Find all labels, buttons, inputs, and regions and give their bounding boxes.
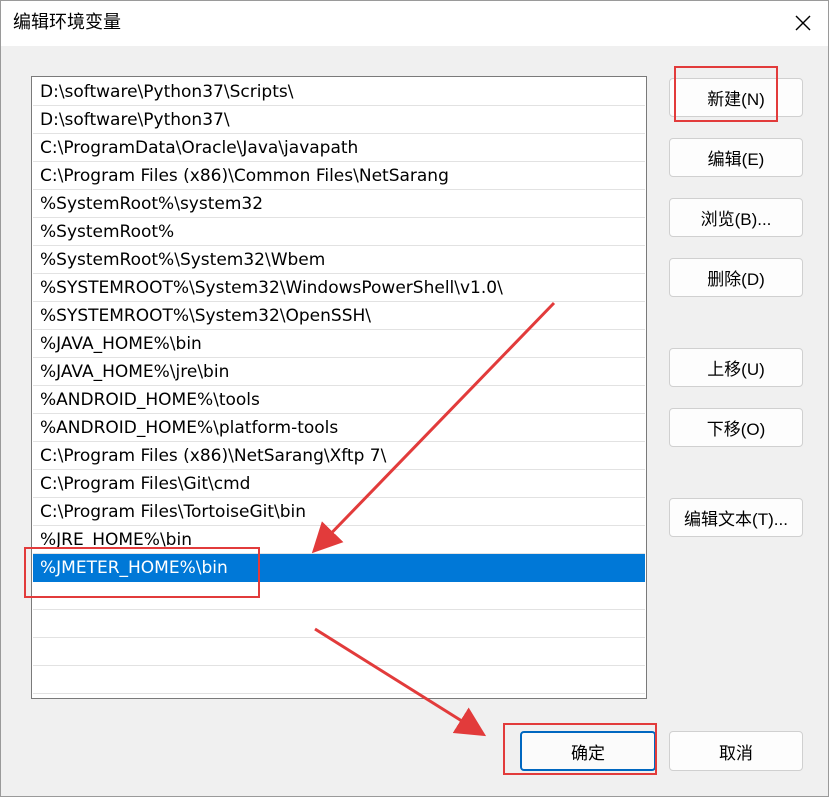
path-entry[interactable]: %SystemRoot%\system32 bbox=[33, 190, 645, 218]
path-entry[interactable]: D:\software\Python37\Scripts\ bbox=[33, 78, 645, 106]
path-entry[interactable]: %ANDROID_HOME%\platform-tools bbox=[33, 414, 645, 442]
path-list[interactable]: D:\software\Python37\Scripts\ D:\software… bbox=[31, 76, 647, 699]
path-entry[interactable]: %SYSTEMROOT%\System32\WindowsPowerShell\… bbox=[33, 274, 645, 302]
edit-text-button[interactable]: 编辑文本(T)... bbox=[669, 498, 803, 537]
browse-button[interactable]: 浏览(B)... bbox=[669, 198, 803, 237]
empty-path-row[interactable] bbox=[33, 638, 645, 666]
move-down-button[interactable]: 下移(O) bbox=[669, 408, 803, 447]
empty-path-row[interactable] bbox=[33, 666, 645, 694]
empty-path-row[interactable] bbox=[33, 582, 645, 610]
path-entry[interactable]: C:\Program Files (x86)\Common Files\NetS… bbox=[33, 162, 645, 190]
path-entry[interactable]: C:\ProgramData\Oracle\Java\javapath bbox=[33, 134, 645, 162]
cancel-button[interactable]: 取消 bbox=[669, 731, 803, 771]
dialog-title: 编辑环境变量 bbox=[13, 12, 121, 33]
path-entry[interactable]: %JRE_HOME%\bin bbox=[33, 526, 645, 554]
path-entry-selected[interactable]: %JMETER_HOME%\bin bbox=[33, 554, 645, 582]
close-icon bbox=[795, 15, 811, 31]
path-entry[interactable]: %ANDROID_HOME%\tools bbox=[33, 386, 645, 414]
path-entry[interactable]: %SystemRoot%\System32\Wbem bbox=[33, 246, 645, 274]
path-entry[interactable]: C:\Program Files (x86)\NetSarang\Xftp 7\ bbox=[33, 442, 645, 470]
path-entry[interactable]: %SystemRoot% bbox=[33, 218, 645, 246]
path-entry[interactable]: C:\Program Files\Git\cmd bbox=[33, 470, 645, 498]
delete-button[interactable]: 删除(D) bbox=[669, 258, 803, 297]
path-entry[interactable]: %JAVA_HOME%\bin bbox=[33, 330, 645, 358]
new-button[interactable]: 新建(N) bbox=[669, 78, 803, 117]
path-entry[interactable]: %SYSTEMROOT%\System32\OpenSSH\ bbox=[33, 302, 645, 330]
edit-environment-variable-dialog: 编辑环境变量 D:\software\Python37\Scripts\ D:\s… bbox=[0, 0, 829, 797]
edit-button[interactable]: 编辑(E) bbox=[669, 138, 803, 177]
empty-path-row[interactable] bbox=[33, 610, 645, 638]
move-up-button[interactable]: 上移(U) bbox=[669, 348, 803, 387]
title-bar: 编辑环境变量 bbox=[1, 1, 828, 46]
path-entry[interactable]: %JAVA_HOME%\jre\bin bbox=[33, 358, 645, 386]
path-entry[interactable]: C:\Program Files\TortoiseGit\bin bbox=[33, 498, 645, 526]
close-button[interactable] bbox=[783, 5, 823, 41]
path-entry[interactable]: D:\software\Python37\ bbox=[33, 106, 645, 134]
ok-button[interactable]: 确定 bbox=[520, 731, 656, 771]
